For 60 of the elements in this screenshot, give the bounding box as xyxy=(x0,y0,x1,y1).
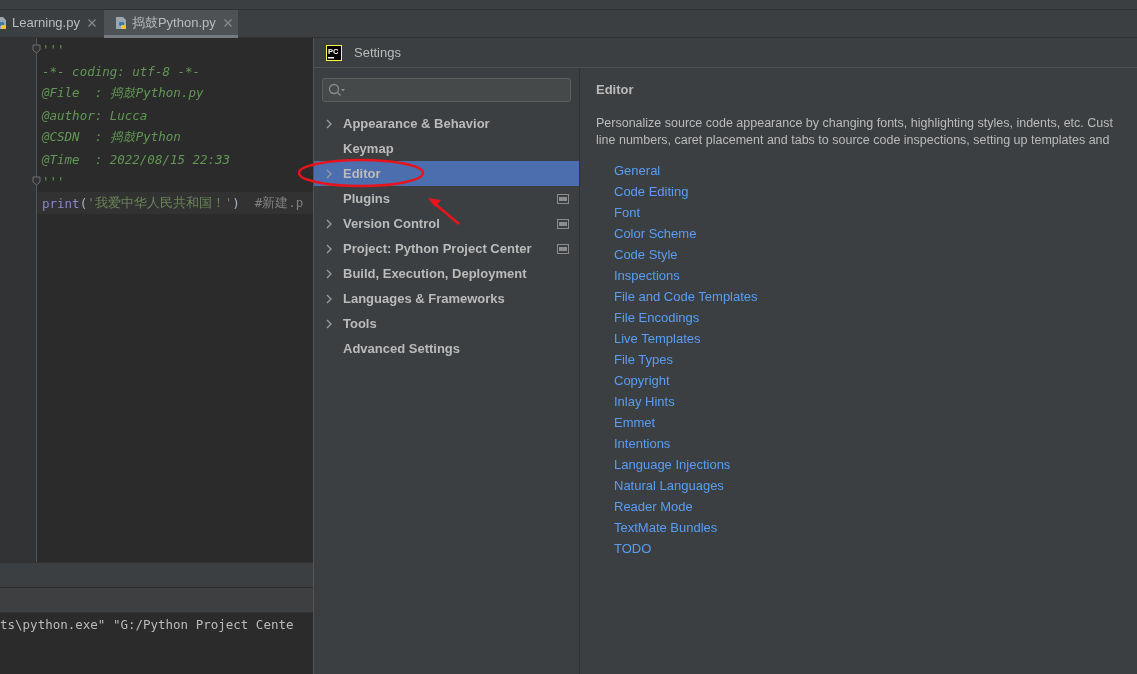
settings-link[interactable]: General xyxy=(614,160,661,181)
editor-tab[interactable]: Learning.py xyxy=(0,10,104,38)
code-line: @Time : 2022/08/15 22:33 xyxy=(41,150,232,169)
chevron-right-icon xyxy=(326,293,333,304)
code-line: @CSDN : 捣鼓Python xyxy=(41,127,182,146)
section-heading: Editor xyxy=(596,82,635,97)
settings-link[interactable]: Intentions xyxy=(614,433,671,454)
chevron-right-icon xyxy=(326,118,333,129)
chevron-right-icon xyxy=(326,168,333,179)
console-output: ts\python.exe" "G:/Python Project Cente xyxy=(0,617,294,632)
code-line: ''' xyxy=(41,40,66,59)
code-line: -*- coding: utf-8 -*- xyxy=(41,62,202,81)
editor-tab[interactable]: 捣鼓Python.py xyxy=(103,10,238,38)
dialog-title: Settings xyxy=(354,45,401,60)
close-icon[interactable] xyxy=(87,18,96,27)
settings-tree-item[interactable]: Advanced Settings xyxy=(314,336,579,361)
settings-link[interactable]: Natural Languages xyxy=(614,475,724,496)
chevron-right-icon xyxy=(326,318,333,329)
description-text: Personalize source code appearance by changing fonts, highlighting styles, indents, etc. Cust xyxy=(596,115,1114,132)
chevron-right-icon xyxy=(326,218,333,229)
search-field[interactable] xyxy=(322,78,571,102)
project-level-icon xyxy=(557,218,569,229)
code-line: @author: Lucca xyxy=(41,106,149,125)
chevron-right-icon xyxy=(326,268,333,279)
search-icon xyxy=(328,83,346,97)
settings-link[interactable]: TODO xyxy=(614,538,652,559)
settings-link[interactable]: File and Code Templates xyxy=(614,286,758,307)
settings-tree-item[interactable]: Editor xyxy=(314,161,579,186)
close-icon[interactable] xyxy=(223,18,232,27)
settings-tree-item[interactable]: Plugins xyxy=(314,186,579,211)
settings-link[interactable]: Inlay Hints xyxy=(614,391,675,412)
settings-link[interactable]: Code Editing xyxy=(614,181,689,202)
settings-link[interactable]: File Types xyxy=(614,349,673,370)
settings-link[interactable]: Code Style xyxy=(614,244,678,265)
description-text: line numbers, caret placement and tabs to source code inspections, setting up templates and xyxy=(596,132,1111,149)
settings-tree-item[interactable]: Languages & Frameworks xyxy=(314,286,579,311)
fold-marker-icon[interactable] xyxy=(32,176,41,186)
settings-link[interactable]: Copyright xyxy=(614,370,670,391)
project-level-icon xyxy=(557,193,569,204)
python-file-icon xyxy=(113,15,128,30)
settings-link[interactable]: TextMate Bundles xyxy=(614,517,718,538)
settings-tree-item[interactable]: Version Control xyxy=(314,211,579,236)
code-line: @File : 捣鼓Python.py xyxy=(41,83,205,102)
settings-tree-item[interactable]: Keymap xyxy=(314,136,579,161)
fold-marker-icon[interactable] xyxy=(32,44,41,54)
settings-link[interactable]: Emmet xyxy=(614,412,656,433)
chevron-right-icon xyxy=(326,243,333,254)
settings-link[interactable]: Live Templates xyxy=(614,328,701,349)
settings-link[interactable]: Color Scheme xyxy=(614,223,697,244)
settings-link[interactable]: File Encodings xyxy=(614,307,700,328)
settings-tree-item[interactable]: Build, Execution, Deployment xyxy=(314,261,579,286)
project-level-icon xyxy=(557,243,569,254)
settings-link[interactable]: Inspections xyxy=(614,265,680,286)
settings-link[interactable]: Reader Mode xyxy=(614,496,693,517)
code-line: ''' xyxy=(41,172,66,191)
settings-tree-item[interactable]: Appearance & Behavior xyxy=(314,111,579,136)
settings-tree-item[interactable]: Project: Python Project Center xyxy=(314,236,579,261)
settings-tree-item[interactable]: Tools xyxy=(314,311,579,336)
settings-link[interactable]: Font xyxy=(614,202,640,223)
settings-link[interactable]: Language Injections xyxy=(614,454,731,475)
